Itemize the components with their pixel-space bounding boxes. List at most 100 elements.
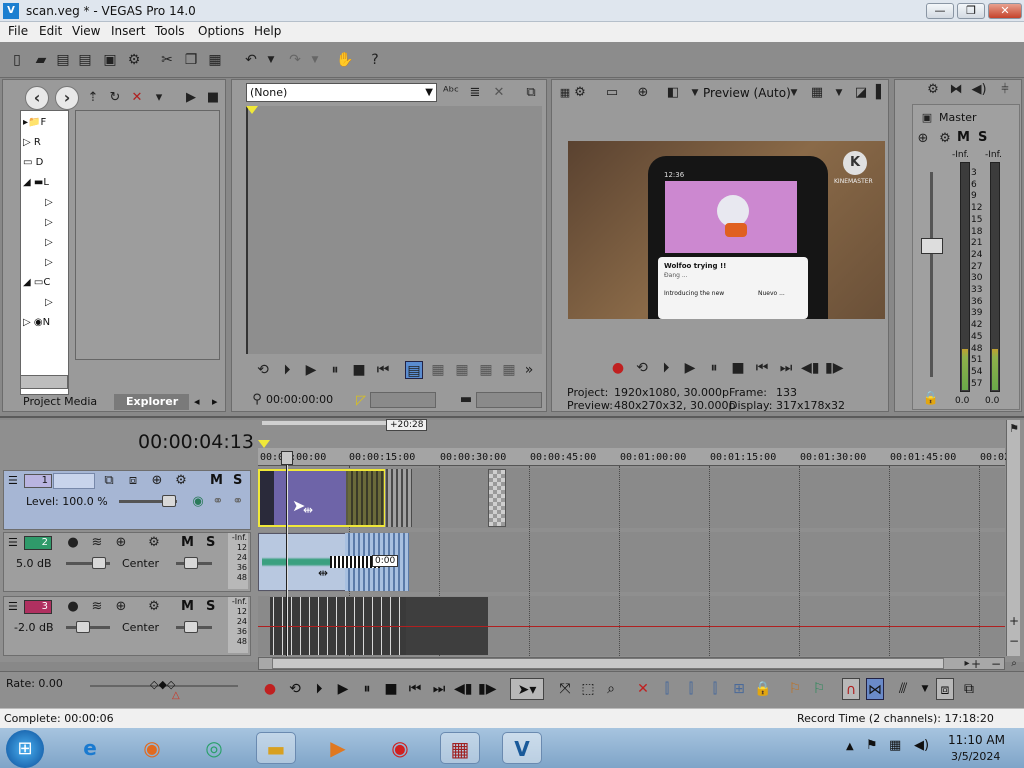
lock-icon[interactable]: 🔒 — [754, 678, 772, 700]
delete-icon[interactable]: ✕ — [128, 89, 146, 107]
hand-icon[interactable]: ✋ — [336, 51, 354, 69]
detach-icon[interactable]: ⧉ — [522, 84, 540, 102]
preview-settings-gear-icon[interactable]: ⚙ — [571, 84, 589, 102]
previous-frame-icon[interactable]: ⏮ — [374, 361, 392, 379]
redo-icon[interactable]: ↷ — [286, 51, 304, 69]
external-monitor-icon[interactable]: ▭ — [603, 84, 621, 102]
volume-envelope[interactable] — [258, 626, 1005, 627]
track-collapse-icon[interactable]: ☰ — [8, 536, 18, 549]
go-to-start-icon[interactable]: ⏮ — [406, 678, 424, 700]
next-frame-icon[interactable]: ▮▶ — [825, 359, 843, 377]
chevron-down-icon[interactable]: ▼ — [830, 84, 848, 102]
views-icon[interactable]: ▾ — [150, 89, 168, 107]
split-icon[interactable]: ⊞ — [730, 678, 748, 700]
lock-envelopes-icon[interactable]: ⧈ — [936, 678, 954, 700]
maximize-button[interactable]: ❐ — [957, 3, 985, 19]
tree-item[interactable]: ▷ R — [23, 137, 68, 151]
menu-file[interactable]: File — [8, 24, 28, 38]
new-file-icon[interactable]: ▯ — [8, 51, 26, 69]
track-solo-button[interactable]: S — [206, 599, 215, 614]
record-icon[interactable]: ● — [609, 359, 627, 377]
track-collapse-icon[interactable]: ☰ — [8, 474, 18, 487]
track-mute-button[interactable]: M — [210, 473, 223, 488]
composite-mode-icon[interactable]: ◉ — [189, 493, 207, 511]
insert-icon[interactable]: ▦ — [453, 361, 471, 379]
track-solo-button[interactable]: S — [233, 473, 242, 488]
vegas-pro-icon[interactable]: V — [502, 732, 542, 764]
internet-explorer-icon[interactable]: e — [70, 732, 110, 764]
lock-icon[interactable]: 🔒 — [922, 390, 940, 408]
playhead[interactable] — [286, 454, 288, 656]
compositing-icon[interactable]: ⧈ — [124, 472, 142, 490]
fx-icon[interactable]: ⚙ — [936, 130, 954, 148]
selection-tool-icon[interactable]: ⬚ — [579, 678, 597, 700]
tab-scroll-left-icon[interactable]: ◂ — [194, 395, 200, 408]
file-list[interactable] — [75, 110, 220, 360]
add-timeline-icon[interactable]: ▦ — [429, 361, 447, 379]
track-header-video-1[interactable]: ☰ 1 ⧉ ⧈ ⊕ ⚙ M S Level: 100.0 % ◉ ⚭ ⚭ — [3, 470, 251, 530]
pause-icon[interactable]: ⏸ — [326, 361, 344, 379]
volume-slider-knob[interactable] — [76, 621, 90, 633]
tab-explorer[interactable]: Explorer — [114, 394, 189, 410]
marker-flag-icon[interactable]: ⚑ — [1005, 420, 1023, 438]
next-frame-icon[interactable]: ▮▶ — [478, 678, 496, 700]
speaker-icon[interactable]: ◀) — [914, 738, 929, 753]
menu-help[interactable]: Help — [254, 24, 281, 38]
delete-icon[interactable]: ✕ — [634, 678, 652, 700]
file-explorer-icon[interactable]: ▬ — [256, 732, 296, 764]
arm-record-icon[interactable]: ● — [64, 598, 82, 616]
child-icon[interactable]: ⚭ — [229, 493, 247, 511]
preview-fx-icon[interactable]: ◧ — [664, 84, 682, 102]
scrollbar-thumb[interactable] — [272, 658, 944, 669]
pause-icon[interactable]: ⏸ — [705, 359, 723, 377]
time-ruler[interactable]: 00:00:00:00 00:00:15:00 00:00:30:00 00:0… — [258, 448, 1010, 466]
selection-length-field[interactable] — [370, 392, 436, 408]
menu-insert[interactable]: Insert — [111, 24, 145, 38]
track-motion-icon[interactable]: ⧉ — [100, 472, 118, 490]
chrome-icon[interactable]: ◉ — [380, 732, 420, 764]
track-header-audio-2[interactable]: ☰ 2 ● ≋ ⊕ ⚙ M S 5.0 dB Center -Inf. 12 24 3… — [3, 532, 251, 592]
video-clip-small[interactable] — [488, 469, 506, 527]
play-from-start-icon[interactable]: ⏵ — [310, 678, 328, 700]
menu-options[interactable]: Options — [198, 24, 244, 38]
clock-time[interactable]: 11:10 AM — [948, 733, 1005, 747]
loop-icon[interactable]: ⟲ — [286, 678, 304, 700]
record-icon[interactable]: ● — [261, 678, 279, 700]
redo-dropdown-icon[interactable]: ▼ — [306, 51, 324, 69]
parent-icon[interactable]: ⚭ — [209, 493, 227, 511]
automation-icon[interactable]: ⊕ — [112, 534, 130, 552]
track-mute-button[interactable]: M — [181, 535, 194, 550]
tree-item[interactable]: ◢ ▬L — [23, 177, 68, 191]
stop-icon[interactable]: ■ — [729, 359, 747, 377]
paste-icon[interactable]: ▦ — [206, 51, 224, 69]
stop-icon[interactable]: ■ — [382, 678, 400, 700]
track-fx-gear-icon[interactable]: ⚙ — [145, 534, 163, 552]
tree-item[interactable]: ▷ ◉N — [23, 317, 68, 331]
open-folder-icon[interactable]: ▰ — [32, 51, 50, 69]
cut-icon[interactable]: ✂ — [158, 51, 176, 69]
menu-edit[interactable]: Edit — [39, 24, 62, 38]
list-icon[interactable]: ≣ — [466, 84, 484, 102]
copy-snapshot-icon[interactable]: ◪ — [852, 84, 870, 102]
forward-button[interactable]: › — [55, 86, 79, 110]
previous-frame-icon[interactable]: ◀▮ — [801, 359, 819, 377]
master-settings-gear-icon[interactable]: ⚙ — [924, 81, 942, 99]
pause-icon[interactable]: ⏸ — [358, 678, 376, 700]
start-button[interactable]: ⊞ — [6, 730, 44, 768]
master-fader[interactable] — [921, 238, 943, 254]
trimmer-media-dropdown[interactable]: (None) ▼ — [246, 83, 437, 102]
trim-end-icon[interactable]: ⫿ — [706, 678, 724, 700]
stop-icon[interactable]: ■ — [350, 361, 368, 379]
volume-slider-knob[interactable] — [92, 557, 106, 569]
spell-icon[interactable]: ᴬᵇᶜ — [442, 84, 460, 102]
play-from-start-icon[interactable]: ⏵ — [657, 359, 675, 377]
save-icon[interactable]: ▤ — [54, 51, 72, 69]
splitter[interactable] — [0, 416, 1024, 418]
menu-view[interactable]: View — [72, 24, 100, 38]
go-to-start-icon[interactable]: ⏮ — [753, 359, 771, 377]
track-zoom-in-icon[interactable]: + — [1005, 612, 1023, 630]
clock-date[interactable]: 3/5/2024 — [951, 750, 1000, 763]
pan-slider-knob[interactable] — [184, 557, 198, 569]
auto-crossfade-icon[interactable]: ⋈ — [866, 678, 884, 700]
normal-edit-tool-button[interactable]: ➤▾ — [510, 678, 544, 700]
